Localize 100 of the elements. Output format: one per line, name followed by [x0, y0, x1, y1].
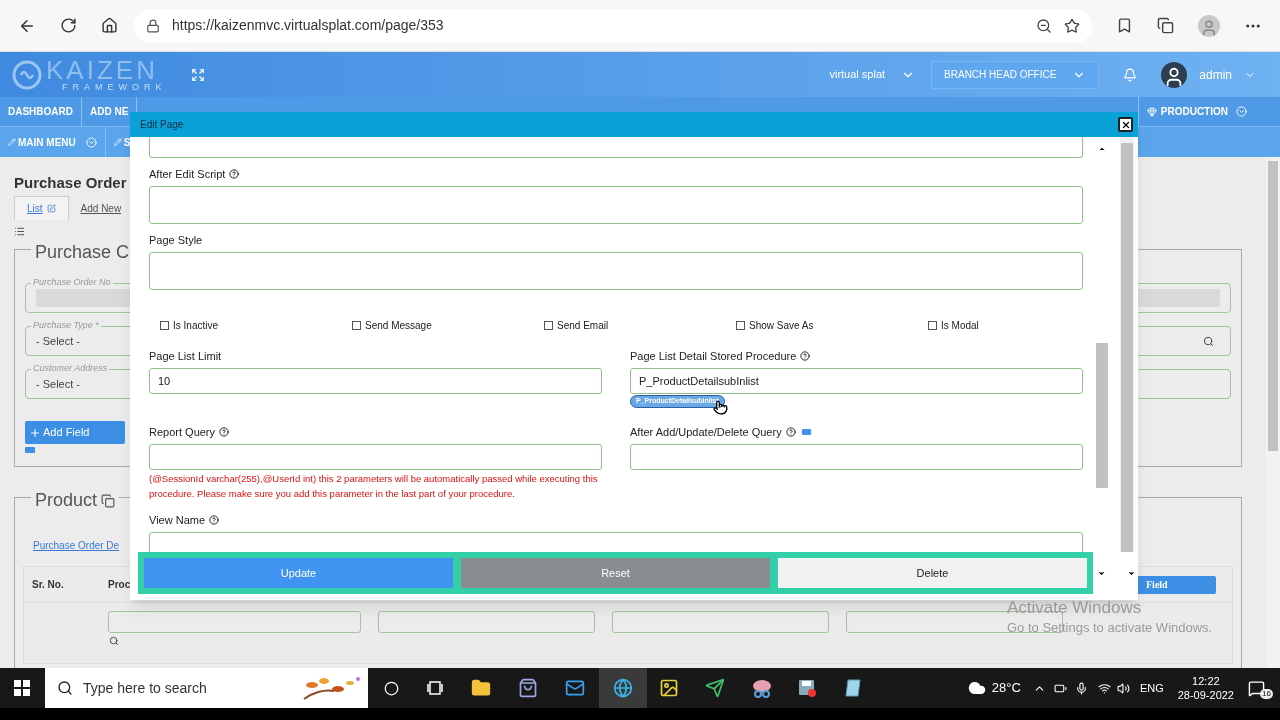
field-legend: Customer Address	[31, 363, 110, 374]
column-header: Sr. No.	[32, 578, 65, 592]
field-label: After Add/Update/Delete Query	[630, 424, 782, 440]
field-legend: Purchase Type *	[31, 320, 101, 331]
checkbox[interactable]	[544, 320, 553, 330]
plus-icon	[29, 426, 41, 439]
branch-dropdown[interactable]: BRANCH HEAD OFFICE	[931, 60, 1100, 89]
text-input[interactable]	[149, 532, 1083, 552]
fullscreen-icon[interactable]	[190, 67, 205, 82]
detail-link[interactable]: Purchase Order De	[33, 540, 120, 551]
notifications-button[interactable]: 16	[1248, 677, 1270, 699]
textarea-field[interactable]	[149, 252, 1083, 290]
close-icon	[1120, 119, 1131, 130]
gem-icon	[1146, 106, 1157, 117]
small-toggle-icon[interactable]	[801, 429, 811, 435]
notes-app-icon[interactable]	[843, 678, 863, 698]
add-field-button[interactable]: Add Field	[25, 421, 125, 444]
field-label: After Edit Script	[149, 166, 226, 182]
volume-icon[interactable]	[1116, 681, 1130, 695]
checkbox[interactable]	[352, 320, 361, 330]
browser-taskbar-button[interactable]	[599, 668, 647, 708]
checkbox-label: Show Save As	[749, 318, 814, 333]
weather-widget[interactable]: 28°C	[967, 678, 1021, 698]
field-label: Page List Detail Stored Procedure	[630, 348, 797, 364]
copy-icon[interactable]	[101, 493, 116, 508]
caret-icon	[85, 136, 97, 148]
close-button[interactable]	[1118, 117, 1133, 132]
profile-avatar[interactable]	[1198, 14, 1220, 37]
caret-icon	[1236, 106, 1247, 117]
taskbar-search-field[interactable]: Type here to search	[45, 668, 368, 708]
recorder-app-icon[interactable]	[797, 678, 817, 698]
user-avatar[interactable]	[1161, 61, 1188, 88]
search-icon[interactable]	[109, 636, 119, 646]
search-icon[interactable]	[1203, 335, 1214, 347]
text-input[interactable]: 10	[149, 368, 602, 394]
edit-icon	[46, 204, 56, 213]
clock-time[interactable]: 12:22	[1192, 674, 1220, 688]
field-label: Page Style	[149, 232, 203, 248]
task-view-icon[interactable]	[427, 680, 443, 696]
pencil-icon	[8, 138, 16, 146]
image-tool-icon[interactable]	[659, 678, 679, 698]
activation-subtitle: Go to Settings to activate Windows.	[1007, 619, 1213, 637]
language-indicator[interactable]: ENG	[1139, 679, 1164, 697]
nav-item[interactable]: DASHBOARD	[0, 97, 82, 126]
page-tab[interactable]: List	[14, 196, 69, 220]
text-input[interactable]	[149, 444, 602, 470]
window-scrollbar[interactable]	[1120, 137, 1134, 552]
reload-icon[interactable]	[60, 17, 77, 34]
search-icon	[57, 680, 73, 696]
text-input[interactable]: P_ProductDetailsubInlist	[630, 368, 1083, 394]
company-dropdown[interactable]: virtual splat	[829, 66, 916, 83]
filter-input[interactable]	[612, 611, 829, 633]
list-icon[interactable]	[14, 226, 25, 237]
arrow-app-icon[interactable]	[705, 678, 725, 698]
checkbox[interactable]	[736, 320, 745, 330]
user-menu[interactable]: admin	[1199, 65, 1256, 84]
page-title: Purchase Order	[14, 173, 127, 190]
filter-input[interactable]	[378, 611, 595, 633]
scroll-up-icon[interactable]	[1098, 145, 1106, 153]
logo-icon	[12, 59, 42, 90]
checkbox-label: Is Inactive	[173, 318, 219, 333]
clock-date[interactable]: 28-09-2022	[1177, 688, 1234, 702]
store-icon[interactable]	[518, 678, 538, 698]
dialog-title: Edit Page	[140, 118, 184, 132]
lock-icon	[146, 18, 160, 33]
field-legend: Purchase Order No	[31, 277, 113, 288]
microphone-icon[interactable]	[1074, 681, 1088, 695]
field-label: View Name	[149, 512, 206, 528]
url-text: https://kaizenmvc.virtualsplat.com/page/353	[172, 16, 444, 35]
pencil-icon	[113, 138, 122, 146]
warning-note: (@SessionId varchar(255),@UserId int) this 2 parameters will be automatically passed while executing this procedure. Please make sure you add this parameter in the last part of your procedure.	[149, 472, 599, 501]
cloud-icon	[967, 679, 986, 697]
zoom-out-icon[interactable]	[1036, 17, 1052, 34]
textarea-field[interactable]	[149, 186, 1083, 224]
text-input[interactable]	[630, 444, 1083, 470]
small-toggle-icon[interactable]	[25, 447, 35, 453]
cortana-icon[interactable]	[384, 680, 399, 696]
action-button[interactable]: Reset	[461, 558, 770, 588]
wifi-icon[interactable]	[1097, 681, 1111, 695]
column-header: Proc	[108, 578, 131, 592]
filter-input[interactable]	[108, 611, 361, 633]
address-bar[interactable]: https://kaizenmvc.virtualsplat.com/page/353	[134, 8, 1092, 43]
mail-icon[interactable]	[565, 678, 585, 698]
favorites-icon[interactable]	[1116, 17, 1133, 34]
checkbox-label: Is Modal	[941, 318, 979, 333]
checkbox[interactable]	[160, 320, 169, 330]
page-tab[interactable]: Add New	[68, 196, 134, 220]
favorite-icon[interactable]	[1064, 17, 1080, 34]
windows-logo-icon[interactable]	[14, 680, 30, 696]
logo-title: KAIZEN	[46, 57, 158, 83]
home-icon[interactable]	[101, 17, 118, 34]
page-scrollbar[interactable]	[1266, 157, 1280, 668]
checkbox[interactable]	[928, 320, 937, 330]
logo-subtitle: FRAMEWORK	[62, 83, 167, 92]
action-button[interactable]: Update	[144, 558, 453, 588]
action-button[interactable]: Delete	[778, 558, 1087, 588]
folder-icon[interactable]	[471, 678, 491, 698]
checkbox-label: Send Email	[557, 318, 609, 333]
collections-icon[interactable]	[1157, 17, 1174, 34]
textarea-field[interactable]	[149, 137, 1083, 158]
